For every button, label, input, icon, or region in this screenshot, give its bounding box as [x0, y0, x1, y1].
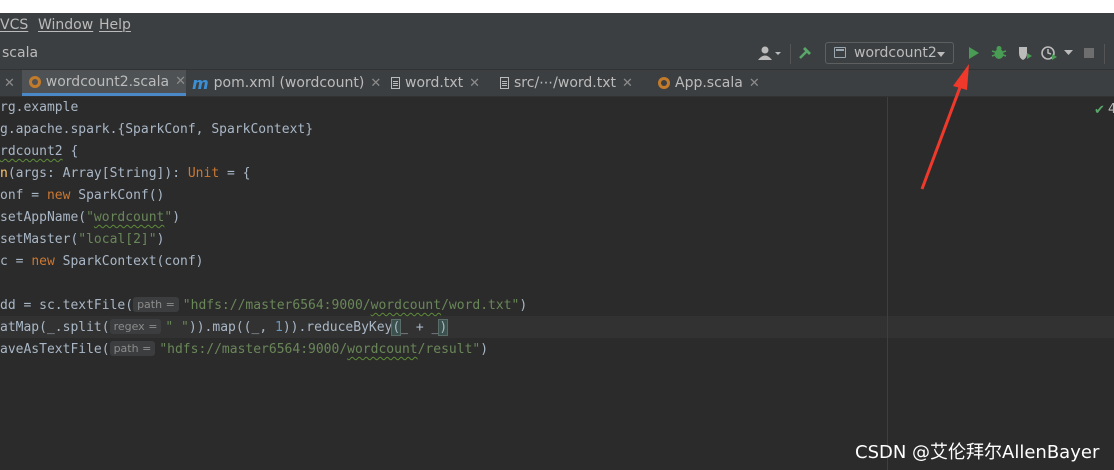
watermark: CSDN @艾伦拜尔AllenBayer [855, 442, 1100, 463]
annotation-arrow-icon [920, 64, 969, 190]
